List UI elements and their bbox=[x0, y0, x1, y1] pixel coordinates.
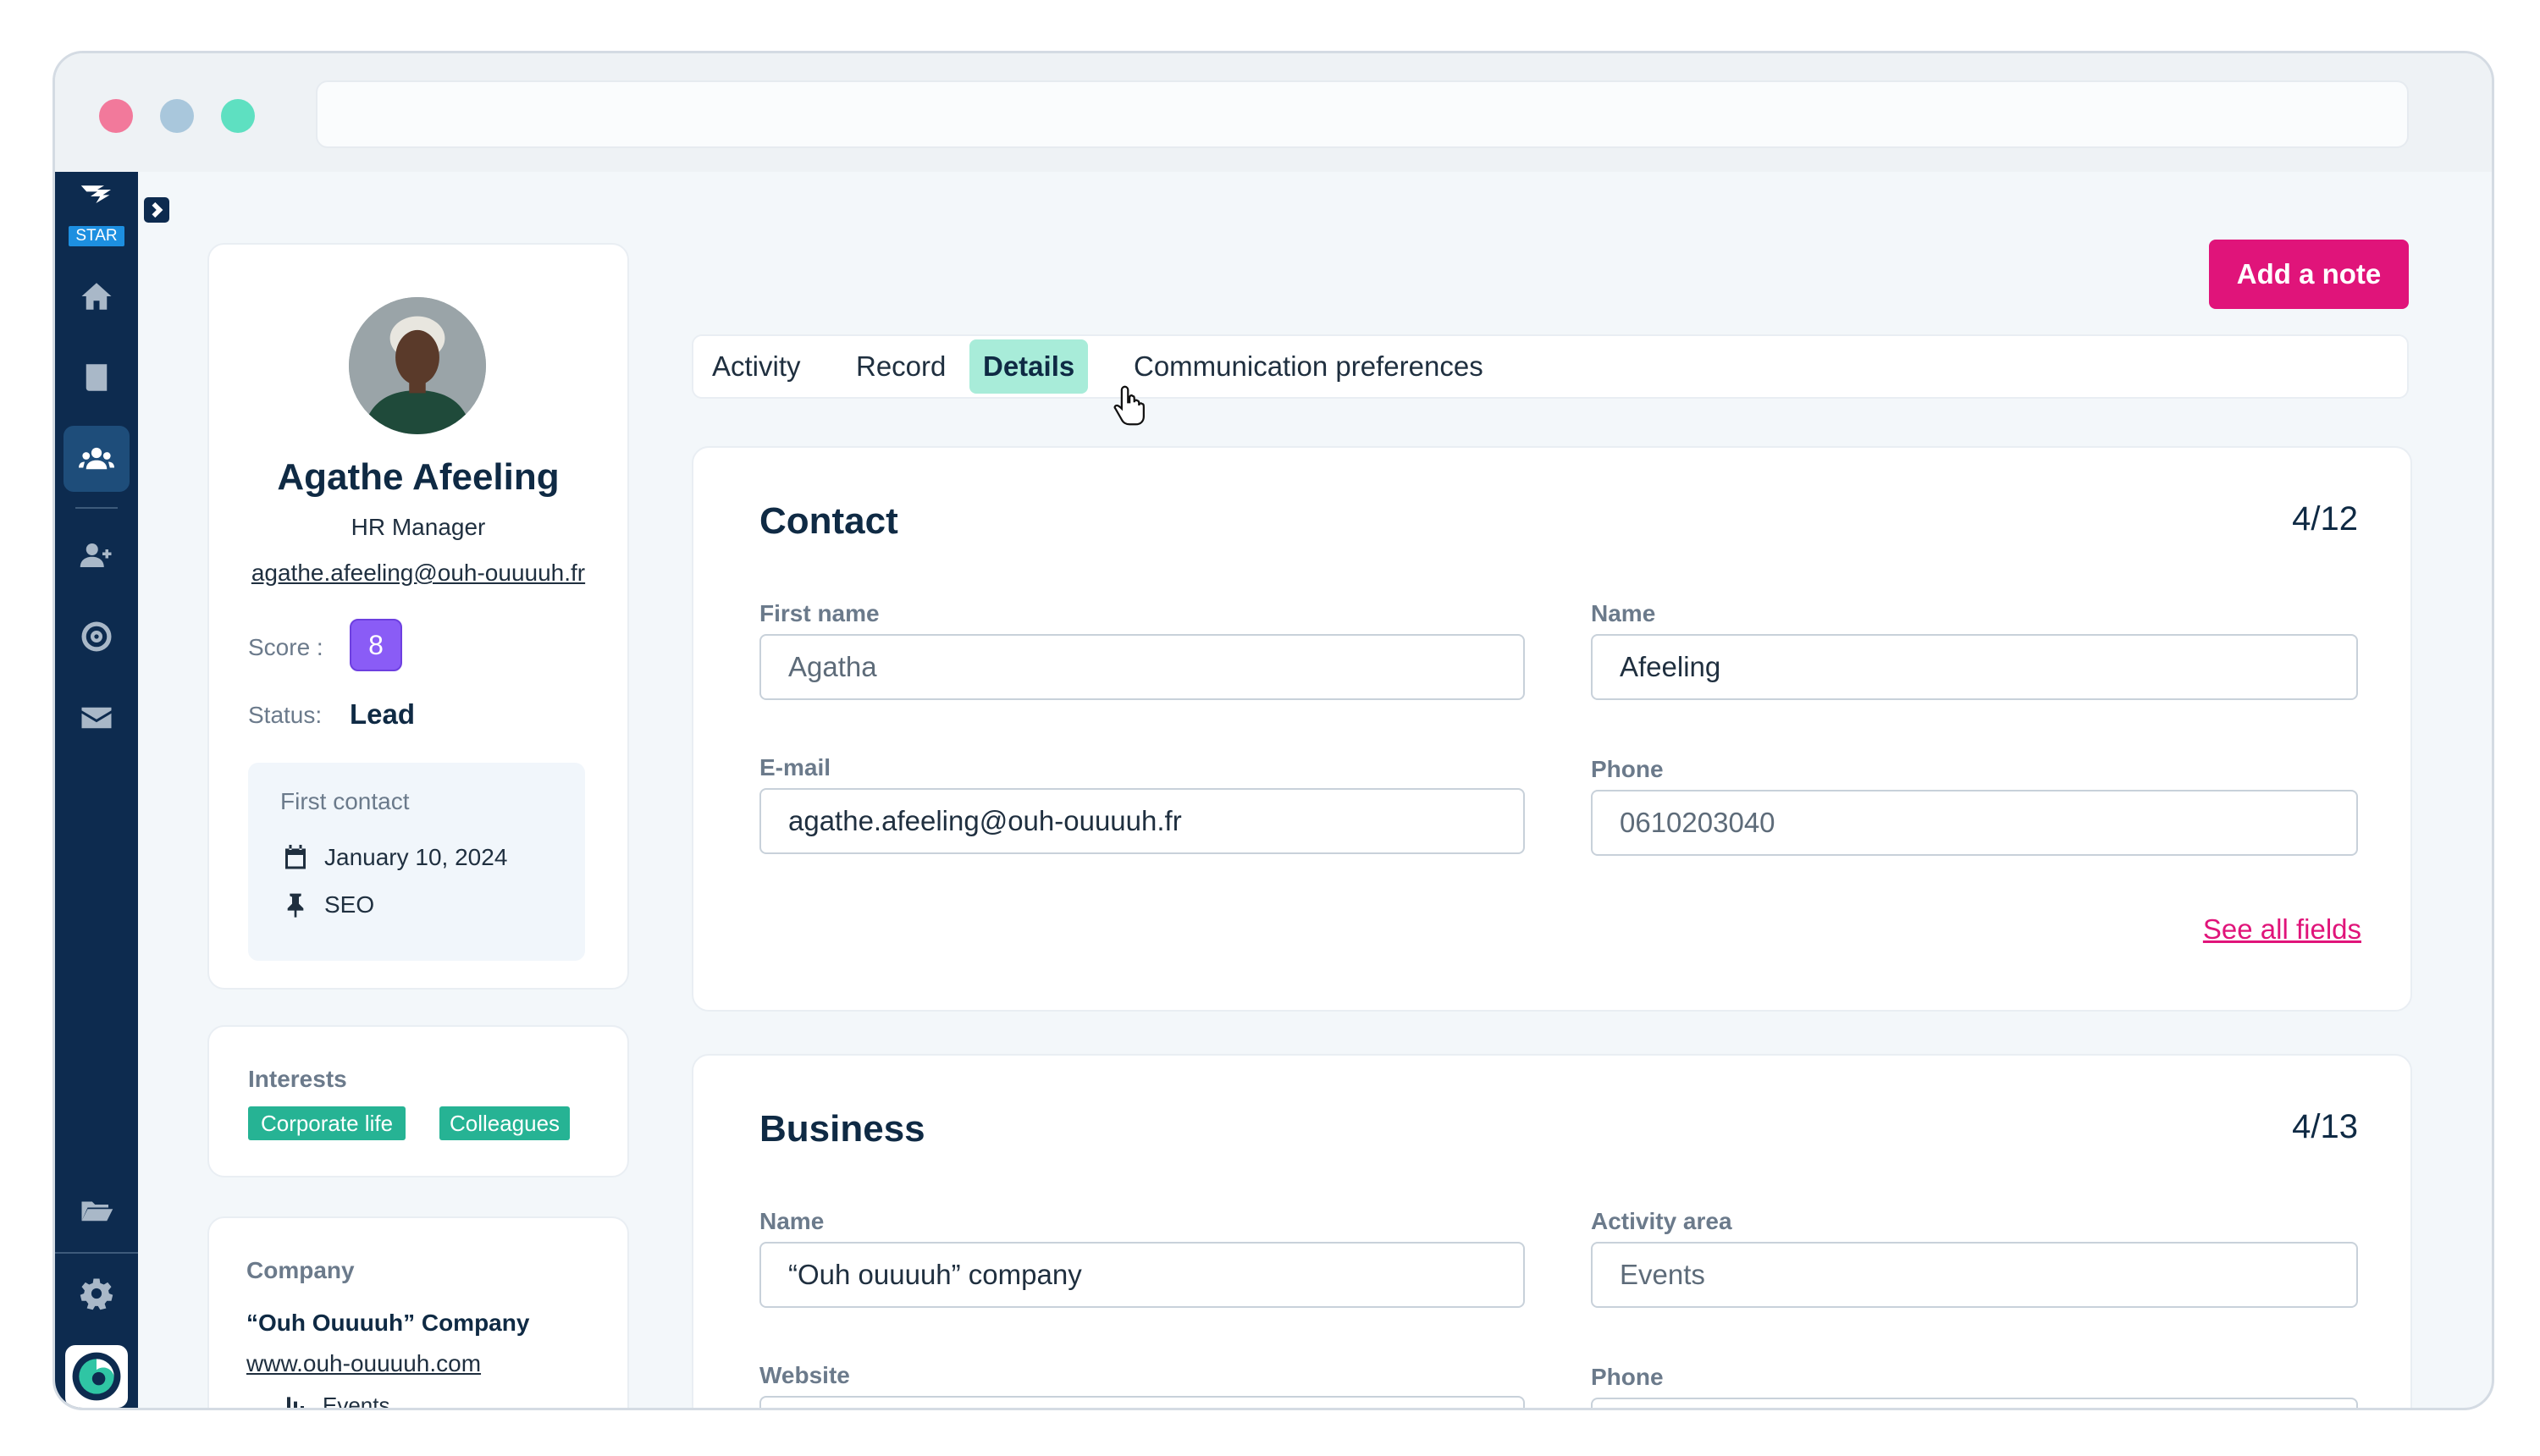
settings-icon bbox=[80, 1278, 113, 1310]
first-contact-box: First contact January 10, 2024 SEO bbox=[248, 763, 585, 961]
folder-icon bbox=[81, 1201, 113, 1222]
first-name-field[interactable]: Agatha bbox=[759, 634, 1525, 700]
status-value: Lead bbox=[350, 698, 416, 730]
tab-bar: Activity Record Details Communication pr… bbox=[692, 334, 2409, 399]
users-icon bbox=[79, 447, 114, 470]
home-icon bbox=[81, 283, 112, 310]
tab-activity[interactable]: Activity bbox=[698, 339, 814, 394]
logo-badge: STAR bbox=[69, 226, 124, 246]
user-avatar-button[interactable] bbox=[65, 1345, 128, 1408]
browser-window: STAR Agathe Afeeling HR Manager agathe.a… bbox=[52, 51, 2494, 1410]
contact-section: Contact 4/12 First name Agatha Name Afee… bbox=[692, 446, 2412, 1012]
see-all-fields-link[interactable]: See all fields bbox=[2203, 913, 2361, 946]
nav-add-user[interactable] bbox=[64, 522, 130, 588]
sidebar-divider bbox=[75, 507, 118, 509]
user-plus-icon bbox=[80, 543, 112, 567]
activity-area-icon bbox=[287, 1397, 304, 1408]
company-card: Company “Ouh Ouuuuh” Company www.ouh-ouu… bbox=[207, 1216, 629, 1410]
status-label: Status: bbox=[248, 702, 323, 728]
business-name-field[interactable]: “Ouh ouuuuh” company bbox=[759, 1242, 1525, 1308]
section-title: Contact bbox=[759, 500, 898, 542]
tab-details[interactable]: Details bbox=[969, 339, 1089, 394]
sidebar-divider bbox=[55, 1252, 138, 1254]
section-count: 4/12 bbox=[2292, 500, 2358, 538]
company-label: Company bbox=[246, 1257, 355, 1283]
phone-label: Phone bbox=[1591, 756, 1664, 782]
title-bar bbox=[55, 53, 2492, 172]
section-title: Business bbox=[759, 1108, 925, 1150]
business-section: Business 4/13 Name “Ouh ouuuuh” company … bbox=[692, 1054, 2412, 1408]
first-contact-source: SEO bbox=[324, 891, 375, 918]
minimize-window-button[interactable] bbox=[160, 99, 194, 133]
email-field[interactable]: agathe.afeeling@ouh-ouuuuh.fr bbox=[759, 788, 1525, 854]
company-website-link[interactable]: www.ouh-ouuuuh.com bbox=[246, 1350, 481, 1377]
book-icon bbox=[86, 364, 108, 391]
app-sidebar: STAR bbox=[55, 172, 138, 1408]
avatar bbox=[349, 297, 486, 434]
email-label: E-mail bbox=[759, 754, 831, 780]
business-phone-field[interactable] bbox=[1591, 1398, 2358, 1408]
interests-card: Interests Corporate life Colleagues bbox=[207, 1025, 629, 1177]
name-field[interactable]: Afeeling bbox=[1591, 634, 2358, 700]
name-label: Name bbox=[1591, 600, 1656, 626]
target-icon bbox=[81, 621, 112, 652]
calendar-icon bbox=[285, 845, 306, 869]
company-name: “Ouh Ouuuuh” Company bbox=[246, 1310, 530, 1336]
business-name-label: Name bbox=[759, 1208, 825, 1234]
maximize-window-button[interactable] bbox=[221, 99, 255, 133]
app-avatar-icon bbox=[72, 1352, 121, 1401]
first-contact-label: First contact bbox=[280, 788, 410, 814]
nav-folder[interactable] bbox=[64, 1177, 130, 1244]
nav-target[interactable] bbox=[64, 604, 130, 670]
hand-cursor-icon bbox=[1113, 385, 1145, 426]
score-label: Score : bbox=[248, 634, 323, 660]
address-bar[interactable] bbox=[316, 80, 2409, 148]
company-area: Events bbox=[323, 1393, 390, 1410]
mail-icon bbox=[81, 707, 112, 729]
website-field[interactable] bbox=[759, 1396, 1525, 1408]
add-note-button[interactable]: Add a note bbox=[2209, 240, 2409, 309]
nav-contacts[interactable] bbox=[64, 426, 130, 492]
app-logo[interactable]: STAR bbox=[64, 179, 130, 246]
interest-tag[interactable]: Corporate life bbox=[248, 1106, 406, 1140]
activity-area-label: Activity area bbox=[1591, 1208, 1732, 1234]
first-contact-date: January 10, 2024 bbox=[324, 844, 508, 870]
nav-settings[interactable] bbox=[64, 1260, 130, 1326]
avatar-photo bbox=[349, 297, 486, 434]
tab-communication-preferences[interactable]: Communication preferences bbox=[1120, 339, 1497, 394]
interest-tag[interactable]: Colleagues bbox=[439, 1106, 570, 1140]
phone-field[interactable]: 0610203040 bbox=[1591, 790, 2358, 856]
close-window-button[interactable] bbox=[99, 99, 133, 133]
activity-area-field[interactable]: Events bbox=[1591, 1242, 2358, 1308]
score-badge: 8 bbox=[350, 619, 402, 671]
profile-role: HR Manager bbox=[351, 514, 486, 540]
tab-record[interactable]: Record bbox=[842, 339, 959, 394]
nav-home[interactable] bbox=[64, 263, 130, 329]
section-count: 4/13 bbox=[2292, 1108, 2358, 1145]
business-phone-label: Phone bbox=[1591, 1364, 1664, 1390]
chevron-right-icon bbox=[152, 202, 163, 218]
interests-label: Interests bbox=[248, 1066, 347, 1092]
logo-icon bbox=[80, 185, 111, 203]
website-label: Website bbox=[759, 1362, 850, 1388]
pin-icon bbox=[287, 893, 304, 918]
profile-email-link[interactable]: agathe.afeeling@ouh-ouuuuh.fr bbox=[209, 560, 627, 587]
expand-sidebar-button[interactable] bbox=[144, 197, 169, 223]
profile-name: Agathe Afeeling bbox=[277, 456, 560, 498]
profile-card: Agathe Afeeling HR Manager agathe.afeeli… bbox=[207, 243, 629, 990]
nav-mail[interactable] bbox=[64, 685, 130, 751]
nav-book[interactable] bbox=[64, 345, 130, 411]
first-name-label: First name bbox=[759, 600, 880, 626]
